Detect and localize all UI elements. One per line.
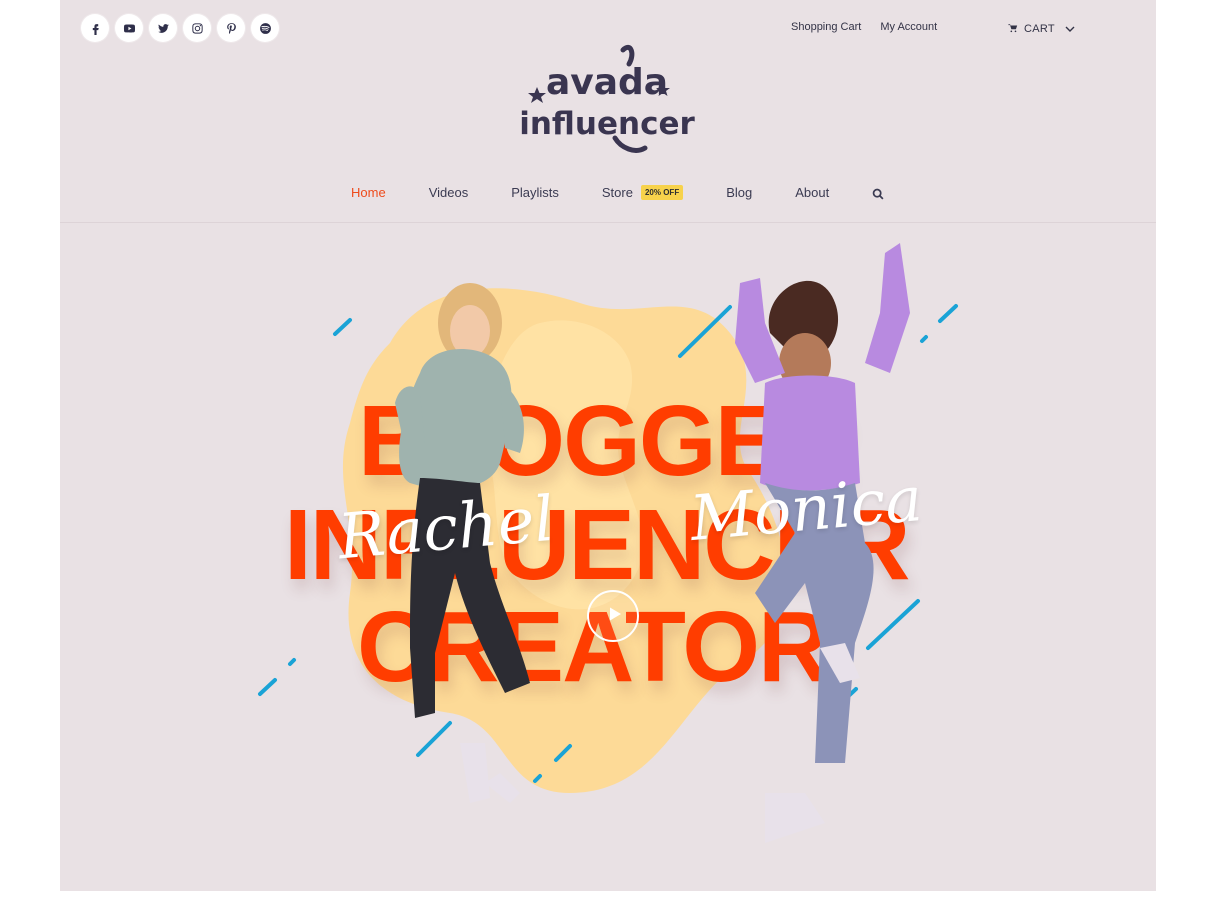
nav-item-playlists[interactable]: Playlists: [511, 185, 559, 200]
play-video-button[interactable]: [587, 590, 639, 642]
store-discount-badge: 20% OFF: [640, 185, 684, 200]
nav-item-home[interactable]: Home: [351, 185, 386, 200]
secondary-links: Shopping Cart My Account: [791, 21, 937, 33]
twitter-icon[interactable]: [149, 14, 177, 42]
chevron-down-icon: [1061, 20, 1075, 38]
site-header: Shopping Cart My Account CART avada infl…: [60, 0, 1156, 223]
nav-item-store-label: Store: [601, 185, 633, 200]
hero-figures: [395, 243, 910, 843]
name-rachel: Rachel: [335, 481, 557, 574]
nav-item-about[interactable]: About: [795, 185, 829, 200]
instagram-icon[interactable]: [183, 14, 211, 42]
nav-item-blog[interactable]: Blog: [726, 185, 752, 200]
cart-label: CART: [1024, 23, 1055, 35]
shopping-cart-link[interactable]: Shopping Cart: [791, 21, 861, 33]
hero-section: BLOGGER INFLUENCER CREATOR Rachel Monica: [60, 223, 1156, 891]
pinterest-icon[interactable]: [217, 14, 245, 42]
logo-star-left: [528, 87, 546, 103]
social-links: [81, 14, 279, 42]
logo-line-1: avada: [546, 62, 668, 103]
spotify-icon[interactable]: [251, 14, 279, 42]
nav-item-videos[interactable]: Videos: [429, 185, 469, 200]
play-icon: [604, 606, 623, 627]
shopping-cart-icon: [1008, 20, 1018, 38]
main-nav: Home Videos Playlists Store 20% OFF Blog…: [351, 185, 884, 200]
site-logo[interactable]: avada influencer: [515, 44, 699, 160]
name-monica: Monica: [687, 462, 925, 555]
my-account-link[interactable]: My Account: [880, 21, 937, 33]
facebook-icon[interactable]: [81, 14, 109, 42]
youtube-icon[interactable]: [115, 14, 143, 42]
page-frame: Shopping Cart My Account CART avada infl…: [60, 0, 1156, 891]
cart-dropdown[interactable]: CART: [1008, 20, 1075, 38]
search-icon[interactable]: [872, 187, 884, 199]
logo-line-2: influencer: [519, 106, 695, 142]
nav-item-store[interactable]: Store 20% OFF: [601, 185, 684, 200]
